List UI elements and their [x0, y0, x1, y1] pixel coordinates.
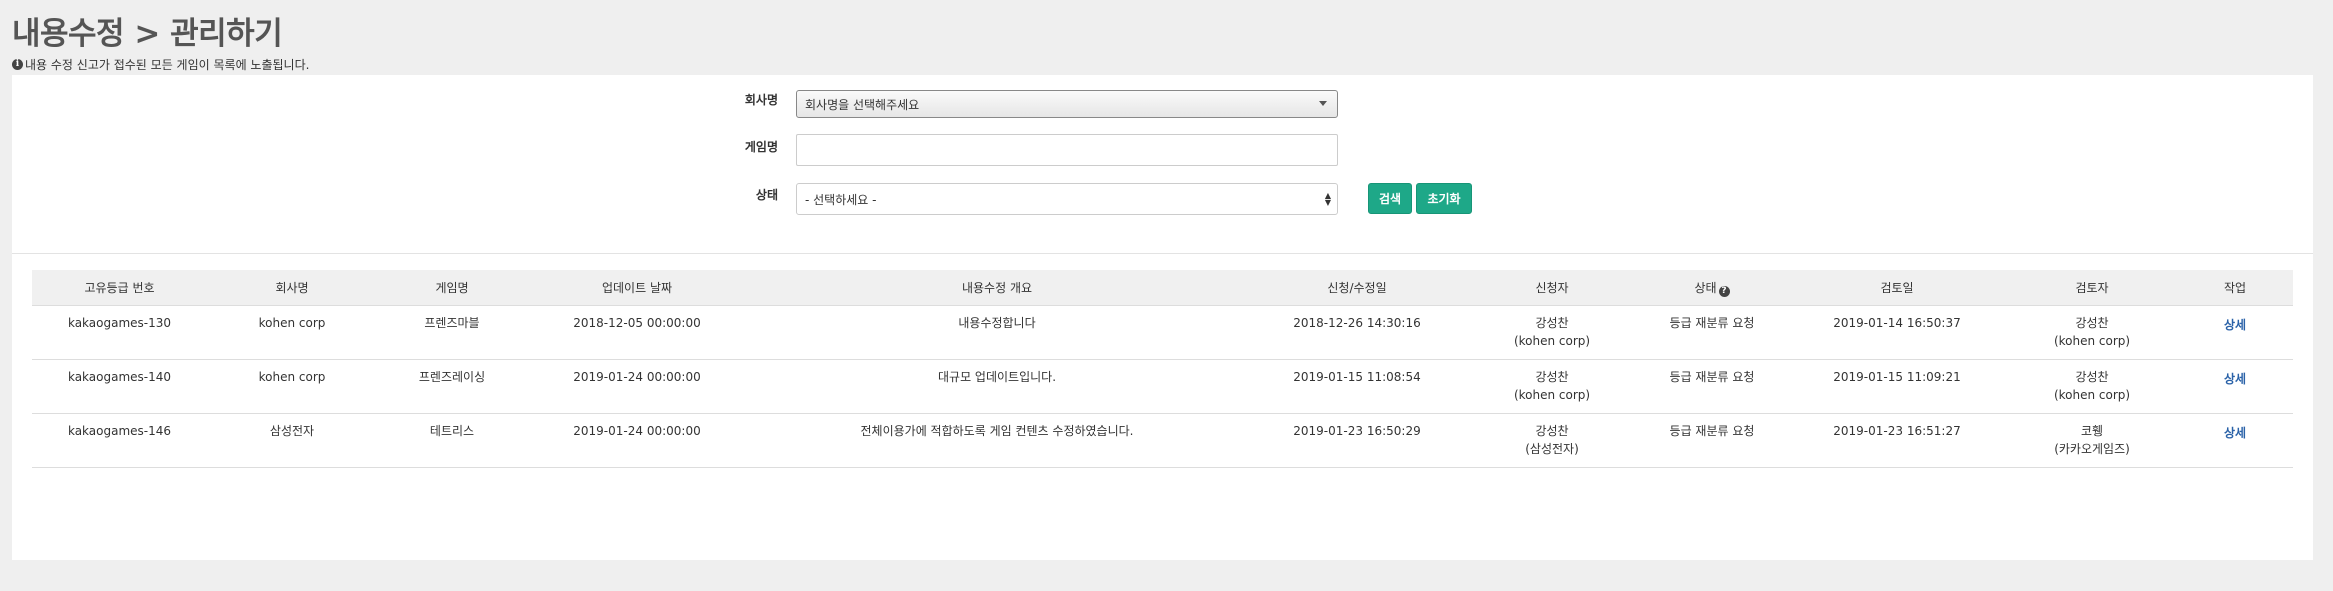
status-select[interactable]: - 선택하세요 - ▲ ▼ [796, 183, 1338, 215]
cell-summary: 대규모 업데이트입니다. [747, 359, 1247, 414]
cell-summary: 전체이용가에 적합하도록 게임 컨텐츠 수정하였습니다. [747, 413, 1247, 468]
cell-company: kohen corp [207, 359, 377, 414]
applicant-name: 강성찬 [1535, 424, 1569, 438]
reset-button[interactable]: 초기화 [1416, 183, 1472, 214]
cell-status: 등급 재분류 요청 [1637, 413, 1787, 468]
detail-link[interactable]: 상세 [2224, 370, 2246, 388]
reviewer-org: (kohen corp) [2053, 388, 2131, 402]
table-header-row: 고유등급 번호 회사명 게임명 업데이트 날짜 내용수정 개요 신청/수정일 신… [32, 270, 2293, 306]
company-select[interactable]: 회사명을 선택해주세요 [796, 90, 1338, 118]
cell-status: 등급 재분류 요청 [1637, 359, 1787, 414]
cell-action: 상세 [2177, 305, 2293, 360]
column-header: 신청/수정일 [1247, 270, 1467, 306]
detail-link[interactable]: 상세 [2224, 316, 2246, 334]
notice-text: 내용 수정 신고가 접수된 모든 게임이 목록에 노출됩니다. [25, 58, 310, 72]
cell-applicant: 강성찬 (kohen corp) [1467, 359, 1637, 414]
page-title: 내용수정 > 관리하기 [12, 16, 283, 52]
cell-update-date: 2019-01-24 00:00:00 [527, 359, 747, 414]
results-table: 고유등급 번호 회사명 게임명 업데이트 날짜 내용수정 개요 신청/수정일 신… [32, 270, 2293, 468]
reviewer-name: 코휑 [2080, 424, 2104, 438]
column-header: 회사명 [207, 270, 377, 306]
column-header: 게임명 [377, 270, 527, 306]
game-input[interactable] [796, 134, 1338, 166]
cell-applicant: 강성찬 (kohen corp) [1467, 305, 1637, 360]
column-header: 검토일 [1787, 270, 2007, 306]
table-row: kakaogames-130 kohen corp 프렌즈마블 2018-12-… [32, 305, 2293, 360]
cell-status: 등급 재분류 요청 [1637, 305, 1787, 360]
cell-update-date: 2019-01-24 00:00:00 [527, 413, 747, 468]
cell-id: kakaogames-130 [32, 305, 207, 360]
cell-applied: 2019-01-23 16:50:29 [1247, 413, 1467, 468]
cell-action: 상세 [2177, 359, 2293, 414]
question-circle-icon[interactable]: ? [1718, 285, 1730, 297]
table-row: kakaogames-140 kohen corp 프렌즈레이싱 2019-01… [32, 359, 2293, 414]
cell-game: 프렌즈레이싱 [377, 359, 527, 414]
applicant-org: (삼성전자) [1525, 442, 1579, 456]
cell-action: 상세 [2177, 413, 2293, 468]
cell-summary: 내용수정합니다 [747, 305, 1247, 360]
column-header: 업데이트 날짜 [527, 270, 747, 306]
applicant-name: 강성찬 [1535, 316, 1569, 330]
cell-company: 삼성전자 [207, 413, 377, 468]
company-label: 회사명 [744, 93, 778, 107]
cell-applicant: 강성찬 (삼성전자) [1467, 413, 1637, 468]
section-divider [12, 253, 2313, 254]
info-circle-icon: i [12, 59, 23, 70]
cell-reviewed: 2019-01-15 11:09:21 [1787, 359, 2007, 414]
column-header: 내용수정 개요 [747, 270, 1247, 306]
status-select-value: - 선택하세요 - [805, 192, 877, 207]
cell-game: 테트리스 [377, 413, 527, 468]
game-label: 게임명 [744, 140, 778, 154]
cell-update-date: 2018-12-05 00:00:00 [527, 305, 747, 360]
cell-applied: 2018-12-26 14:30:16 [1247, 305, 1467, 360]
reviewer-org: (카카오게임즈) [2054, 442, 2130, 456]
column-header-status: 상태? [1637, 270, 1787, 306]
cell-reviewed: 2019-01-23 16:51:27 [1787, 413, 2007, 468]
company-select-value: 회사명을 선택해주세요 [805, 97, 920, 112]
cell-game: 프렌즈마블 [377, 305, 527, 360]
column-header: 신청자 [1467, 270, 1637, 306]
search-button[interactable]: 검색 [1368, 183, 1412, 214]
applicant-name: 강성찬 [1535, 370, 1569, 384]
table-row: kakaogames-146 삼성전자 테트리스 2019-01-24 00:0… [32, 413, 2293, 468]
cell-reviewer: 강성찬 (kohen corp) [2007, 305, 2177, 360]
content-panel: 회사명 회사명을 선택해주세요 게임명 상태 - 선택하세요 - ▲ ▼ 검색 초… [12, 75, 2313, 560]
column-header: 검토자 [2007, 270, 2177, 306]
cell-applied: 2019-01-15 11:08:54 [1247, 359, 1467, 414]
reviewer-name: 강성찬 [2075, 316, 2109, 330]
chevron-down-icon [1319, 101, 1327, 106]
column-header: 작업 [2177, 270, 2293, 306]
column-header: 고유등급 번호 [32, 270, 207, 306]
cell-reviewer: 강성찬 (kohen corp) [2007, 359, 2177, 414]
reviewer-name: 강성찬 [2075, 370, 2109, 384]
applicant-org: (kohen corp) [1513, 388, 1591, 402]
detail-link[interactable]: 상세 [2224, 424, 2246, 442]
cell-id: kakaogames-146 [32, 413, 207, 468]
column-header: 상태 [1694, 280, 1717, 295]
cell-reviewed: 2019-01-14 16:50:37 [1787, 305, 2007, 360]
cell-reviewer: 코휑 (카카오게임즈) [2007, 413, 2177, 468]
applicant-org: (kohen corp) [1513, 334, 1591, 348]
page-notice: i 내용 수정 신고가 접수된 모든 게임이 목록에 노출됩니다. [12, 56, 309, 73]
cell-id: kakaogames-140 [32, 359, 207, 414]
cell-company: kohen corp [207, 305, 377, 360]
reviewer-org: (kohen corp) [2053, 334, 2131, 348]
updown-arrows-icon: ▲ ▼ [1324, 191, 1331, 207]
status-label: 상태 [755, 188, 778, 202]
